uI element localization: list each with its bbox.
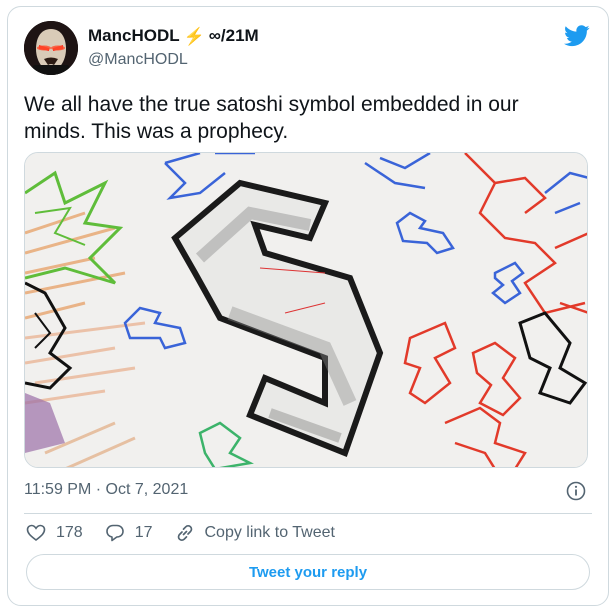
copy-link-button[interactable]: Copy link to Tweet (175, 523, 335, 543)
reply-count: 17 (134, 524, 153, 541)
tweet-timestamp[interactable]: 11:59 PM · Oct 7, 2021 (24, 481, 188, 499)
author-display-name[interactable]: MancHODL (88, 26, 180, 46)
like-count: 178 (56, 524, 83, 541)
reply-action-button[interactable]: 17 (105, 523, 153, 543)
lightning-bolt-icon: ⚡ (183, 26, 205, 46)
avatar-image (24, 21, 78, 75)
link-icon (177, 524, 192, 542)
author-handle[interactable]: @MancHODL (88, 51, 188, 69)
twitter-bird-icon[interactable] (564, 25, 590, 47)
tweet-actions: 178 17 Copy link to Tweet (26, 523, 335, 543)
tweet-your-reply-button[interactable]: Tweet your reply (26, 554, 590, 590)
avatar[interactable] (24, 21, 78, 75)
reply-bubble-icon (105, 524, 124, 542)
satoshi-drawing-image (25, 153, 587, 467)
divider (24, 513, 592, 514)
tweet-card: MancHODL ⚡ ∞/21M @MancHODL We all have t… (7, 6, 609, 606)
author-name-suffix: ∞/21M (208, 26, 259, 45)
author-name-row[interactable]: MancHODL ⚡ ∞/21M (88, 26, 259, 46)
info-icon[interactable] (566, 481, 586, 501)
tweet-media-image[interactable] (24, 152, 588, 468)
copy-link-label: Copy link to Tweet (204, 524, 335, 541)
like-button[interactable]: 178 (26, 523, 83, 543)
heart-icon (26, 524, 46, 542)
tweet-text: We all have the true satoshi symbol embe… (24, 93, 519, 143)
